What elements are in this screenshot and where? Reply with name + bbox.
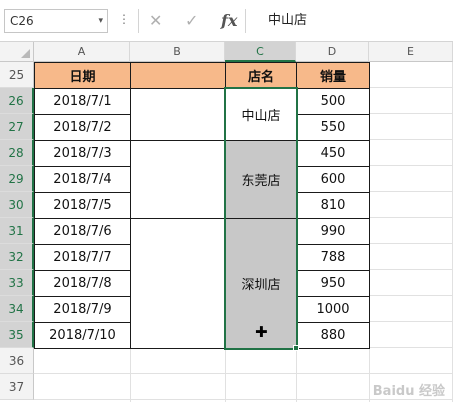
sales-cell[interactable]: 600 [296, 166, 370, 193]
row-header-34[interactable]: 34 [0, 296, 34, 322]
column-header-a[interactable]: A [34, 42, 130, 62]
spreadsheet-grid: A B C D E 25 26 27 28 29 30 31 32 33 34 … [0, 42, 453, 405]
gridline [34, 373, 453, 374]
column-header-e[interactable]: E [369, 42, 453, 62]
row-header-28[interactable]: 28 [0, 140, 34, 166]
formula-buttons: ✕ ✓ fx [138, 9, 246, 33]
date-cell[interactable]: 2018/7/1 [34, 88, 131, 115]
row-header-32[interactable]: 32 [0, 244, 34, 270]
formula-input[interactable]: 中山店 [256, 9, 453, 33]
row-header-26[interactable]: 26 [0, 88, 34, 114]
date-cell[interactable]: 2018/7/5 [34, 192, 131, 219]
watermark-logo: Baidu 经验 [372, 384, 445, 399]
header-cell-date[interactable]: 日期 [34, 62, 131, 89]
blank-merged-cell[interactable] [130, 88, 226, 141]
sales-cell[interactable]: 810 [296, 192, 370, 219]
sales-cell[interactable]: 880 [296, 322, 370, 349]
date-cell[interactable]: 2018/7/3 [34, 140, 131, 167]
row-header-35[interactable]: 35 [0, 322, 34, 348]
cancel-icon[interactable]: ✕ [149, 10, 162, 32]
sales-cell[interactable]: 990 [296, 218, 370, 245]
cursor-cross-icon: ✚ [255, 323, 268, 341]
row-header-25[interactable]: 25 [0, 62, 34, 88]
store-cell-zhongshan[interactable]: 中山店 [225, 88, 297, 141]
name-box-value: C26 [10, 14, 34, 28]
sales-cell[interactable]: 1000 [296, 296, 370, 323]
sales-cell[interactable]: 950 [296, 270, 370, 297]
date-cell[interactable]: 2018/7/2 [34, 114, 131, 141]
row-header-36[interactable]: 36 [0, 348, 34, 374]
formula-bar: C26 ▾ ⋮ ✕ ✓ fx 中山店 [0, 0, 453, 42]
sales-cell[interactable]: 788 [296, 244, 370, 271]
insert-function-icon[interactable]: fx [221, 9, 237, 33]
sales-cell[interactable]: 450 [296, 140, 370, 167]
header-cell-sales[interactable]: 销量 [296, 62, 370, 89]
header-cell-blank[interactable] [130, 62, 226, 89]
date-cell[interactable]: 2018/7/6 [34, 218, 131, 245]
header-cell-store[interactable]: 店名 [225, 62, 297, 89]
column-header-d[interactable]: D [296, 42, 369, 62]
sales-cell[interactable]: 550 [296, 114, 370, 141]
date-cell[interactable]: 2018/7/8 [34, 270, 131, 297]
row-header-33[interactable]: 33 [0, 270, 34, 296]
row-header-27[interactable]: 27 [0, 114, 34, 140]
store-cell-dongguan[interactable]: 东莞店 [225, 140, 297, 219]
name-box[interactable]: C26 ▾ [4, 9, 108, 33]
row-header-29[interactable]: 29 [0, 166, 34, 192]
date-cell[interactable]: 2018/7/7 [34, 244, 131, 271]
row-header-31[interactable]: 31 [0, 218, 34, 244]
chevron-down-icon[interactable]: ▾ [98, 10, 103, 32]
column-header-b[interactable]: B [130, 42, 225, 62]
row-header-30[interactable]: 30 [0, 192, 34, 218]
blank-merged-cell[interactable] [130, 140, 226, 219]
blank-merged-cell[interactable] [130, 218, 226, 349]
date-cell[interactable]: 2018/7/10 [34, 322, 131, 349]
select-all-button[interactable] [0, 42, 34, 62]
row-header-37[interactable]: 37 [0, 374, 34, 400]
sales-cell[interactable]: 500 [296, 88, 370, 115]
fill-handle[interactable] [293, 345, 299, 351]
enter-icon[interactable]: ✓ [185, 10, 198, 32]
date-cell[interactable]: 2018/7/4 [34, 166, 131, 193]
column-header-c[interactable]: C [225, 42, 296, 62]
date-cell[interactable]: 2018/7/9 [34, 296, 131, 323]
gridline [34, 399, 453, 400]
more-options-icon[interactable]: ⋮ [118, 12, 130, 26]
